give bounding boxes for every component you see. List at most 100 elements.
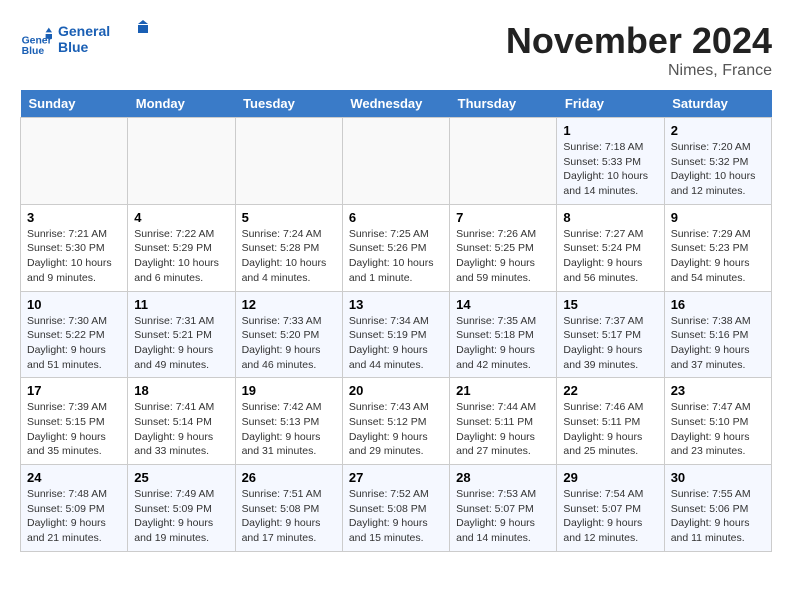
month-title: November 2024 xyxy=(506,20,772,62)
day-number: 8 xyxy=(563,210,657,225)
day-number: 16 xyxy=(671,297,765,312)
day-info: Sunrise: 7:34 AMSunset: 5:19 PMDaylight:… xyxy=(349,314,443,373)
weekday-header: Sunday xyxy=(21,90,128,118)
day-number: 4 xyxy=(134,210,228,225)
day-info: Sunrise: 7:46 AMSunset: 5:11 PMDaylight:… xyxy=(563,400,657,459)
day-info: Sunrise: 7:53 AMSunset: 5:07 PMDaylight:… xyxy=(456,487,550,546)
svg-text:General: General xyxy=(58,23,110,39)
day-number: 6 xyxy=(349,210,443,225)
calendar-cell xyxy=(128,118,235,205)
day-number: 21 xyxy=(456,383,550,398)
day-info: Sunrise: 7:42 AMSunset: 5:13 PMDaylight:… xyxy=(242,400,336,459)
day-info: Sunrise: 7:41 AMSunset: 5:14 PMDaylight:… xyxy=(134,400,228,459)
calendar-cell: 28 Sunrise: 7:53 AMSunset: 5:07 PMDayligh… xyxy=(450,465,557,552)
calendar-cell xyxy=(342,118,449,205)
day-info: Sunrise: 7:20 AMSunset: 5:32 PMDaylight:… xyxy=(671,140,765,199)
calendar-cell: 11Sunrise: 7:31 AMSunset: 5:21 PMDayligh… xyxy=(128,291,235,378)
title-block: November 2024 Nimes, France xyxy=(506,20,772,80)
day-info: Sunrise: 7:33 AMSunset: 5:20 PMDaylight:… xyxy=(242,314,336,373)
day-info: Sunrise: 7:21 AMSunset: 5:30 PMDaylight:… xyxy=(27,227,121,286)
logo-svg: General Blue xyxy=(58,20,148,58)
day-info: Sunrise: 7:49 AMSunset: 5:09 PMDaylight:… xyxy=(134,487,228,546)
day-info: Sunrise: 7:30 AMSunset: 5:22 PMDaylight:… xyxy=(27,314,121,373)
day-info: Sunrise: 7:47 AMSunset: 5:10 PMDaylight:… xyxy=(671,400,765,459)
calendar-cell xyxy=(235,118,342,205)
day-info: Sunrise: 7:27 AMSunset: 5:24 PMDaylight:… xyxy=(563,227,657,286)
day-info: Sunrise: 7:44 AMSunset: 5:11 PMDaylight:… xyxy=(456,400,550,459)
calendar-cell: 7 Sunrise: 7:26 AMSunset: 5:25 PMDaylight… xyxy=(450,204,557,291)
day-number: 27 xyxy=(349,470,443,485)
calendar-week-row: 3 Sunrise: 7:21 AMSunset: 5:30 PMDaylight… xyxy=(21,204,772,291)
day-number: 30 xyxy=(671,470,765,485)
day-number: 3 xyxy=(27,210,121,225)
calendar-table: SundayMondayTuesdayWednesdayThursdayFrid… xyxy=(20,90,772,552)
calendar-cell: 8 Sunrise: 7:27 AMSunset: 5:24 PMDaylight… xyxy=(557,204,664,291)
day-info: Sunrise: 7:35 AMSunset: 5:18 PMDaylight:… xyxy=(456,314,550,373)
day-info: Sunrise: 7:18 AMSunset: 5:33 PMDaylight:… xyxy=(563,140,657,199)
calendar-cell: 15 Sunrise: 7:37 AMSunset: 5:17 PMDayligh… xyxy=(557,291,664,378)
calendar-cell: 14 Sunrise: 7:35 AMSunset: 5:18 PMDayligh… xyxy=(450,291,557,378)
day-info: Sunrise: 7:38 AMSunset: 5:16 PMDaylight:… xyxy=(671,314,765,373)
day-number: 7 xyxy=(456,210,550,225)
calendar-cell: 17 Sunrise: 7:39 AMSunset: 5:15 PMDayligh… xyxy=(21,378,128,465)
calendar-cell: 26Sunrise: 7:51 AMSunset: 5:08 PMDayligh… xyxy=(235,465,342,552)
day-number: 1 xyxy=(563,123,657,138)
calendar-cell: 25Sunrise: 7:49 AMSunset: 5:09 PMDayligh… xyxy=(128,465,235,552)
calendar-cell: 29 Sunrise: 7:54 AMSunset: 5:07 PMDayligh… xyxy=(557,465,664,552)
day-number: 28 xyxy=(456,470,550,485)
calendar-cell: 10 Sunrise: 7:30 AMSunset: 5:22 PMDayligh… xyxy=(21,291,128,378)
calendar-week-row: 24Sunrise: 7:48 AMSunset: 5:09 PMDayligh… xyxy=(21,465,772,552)
day-info: Sunrise: 7:39 AMSunset: 5:15 PMDaylight:… xyxy=(27,400,121,459)
day-number: 17 xyxy=(27,383,121,398)
day-number: 14 xyxy=(456,297,550,312)
day-info: Sunrise: 7:25 AMSunset: 5:26 PMDaylight:… xyxy=(349,227,443,286)
weekday-header: Wednesday xyxy=(342,90,449,118)
weekday-header: Monday xyxy=(128,90,235,118)
day-number: 18 xyxy=(134,383,228,398)
calendar-cell: 5Sunrise: 7:24 AMSunset: 5:28 PMDaylight… xyxy=(235,204,342,291)
calendar-cell: 30Sunrise: 7:55 AMSunset: 5:06 PMDayligh… xyxy=(664,465,771,552)
day-info: Sunrise: 7:37 AMSunset: 5:17 PMDaylight:… xyxy=(563,314,657,373)
calendar-cell: 21 Sunrise: 7:44 AMSunset: 5:11 PMDayligh… xyxy=(450,378,557,465)
location: Nimes, France xyxy=(506,62,772,80)
weekday-header-row: SundayMondayTuesdayWednesdayThursdayFrid… xyxy=(21,90,772,118)
page-header: General Blue General Blue November 2024 … xyxy=(20,20,772,80)
day-number: 11 xyxy=(134,297,228,312)
calendar-cell: 19 Sunrise: 7:42 AMSunset: 5:13 PMDayligh… xyxy=(235,378,342,465)
calendar-cell: 16 Sunrise: 7:38 AMSunset: 5:16 PMDayligh… xyxy=(664,291,771,378)
day-number: 2 xyxy=(671,123,765,138)
calendar-cell xyxy=(21,118,128,205)
calendar-cell: 13 Sunrise: 7:34 AMSunset: 5:19 PMDayligh… xyxy=(342,291,449,378)
day-info: Sunrise: 7:29 AMSunset: 5:23 PMDaylight:… xyxy=(671,227,765,286)
calendar-cell: 22 Sunrise: 7:46 AMSunset: 5:11 PMDayligh… xyxy=(557,378,664,465)
day-info: Sunrise: 7:22 AMSunset: 5:29 PMDaylight:… xyxy=(134,227,228,286)
calendar-cell: 6 Sunrise: 7:25 AMSunset: 5:26 PMDaylight… xyxy=(342,204,449,291)
day-number: 13 xyxy=(349,297,443,312)
calendar-cell: 20Sunrise: 7:43 AMSunset: 5:12 PMDayligh… xyxy=(342,378,449,465)
calendar-cell: 23 Sunrise: 7:47 AMSunset: 5:10 PMDayligh… xyxy=(664,378,771,465)
calendar-cell: 1 Sunrise: 7:18 AMSunset: 5:33 PMDaylight… xyxy=(557,118,664,205)
day-info: Sunrise: 7:24 AMSunset: 5:28 PMDaylight:… xyxy=(242,227,336,286)
day-number: 12 xyxy=(242,297,336,312)
day-number: 22 xyxy=(563,383,657,398)
calendar-cell: 3 Sunrise: 7:21 AMSunset: 5:30 PMDaylight… xyxy=(21,204,128,291)
calendar-cell: 4 Sunrise: 7:22 AMSunset: 5:29 PMDaylight… xyxy=(128,204,235,291)
day-number: 29 xyxy=(563,470,657,485)
day-info: Sunrise: 7:26 AMSunset: 5:25 PMDaylight:… xyxy=(456,227,550,286)
day-number: 20 xyxy=(349,383,443,398)
calendar-cell: 12 Sunrise: 7:33 AMSunset: 5:20 PMDayligh… xyxy=(235,291,342,378)
day-number: 19 xyxy=(242,383,336,398)
day-number: 10 xyxy=(27,297,121,312)
calendar-cell: 18 Sunrise: 7:41 AMSunset: 5:14 PMDayligh… xyxy=(128,378,235,465)
day-number: 9 xyxy=(671,210,765,225)
day-number: 15 xyxy=(563,297,657,312)
logo-icon: General Blue xyxy=(20,26,52,58)
weekday-header: Saturday xyxy=(664,90,771,118)
calendar-cell: 9 Sunrise: 7:29 AMSunset: 5:23 PMDaylight… xyxy=(664,204,771,291)
svg-text:Blue: Blue xyxy=(22,46,45,57)
calendar-week-row: 17 Sunrise: 7:39 AMSunset: 5:15 PMDayligh… xyxy=(21,378,772,465)
logo: General Blue General Blue xyxy=(20,20,148,63)
day-info: Sunrise: 7:54 AMSunset: 5:07 PMDaylight:… xyxy=(563,487,657,546)
day-number: 23 xyxy=(671,383,765,398)
weekday-header: Friday xyxy=(557,90,664,118)
